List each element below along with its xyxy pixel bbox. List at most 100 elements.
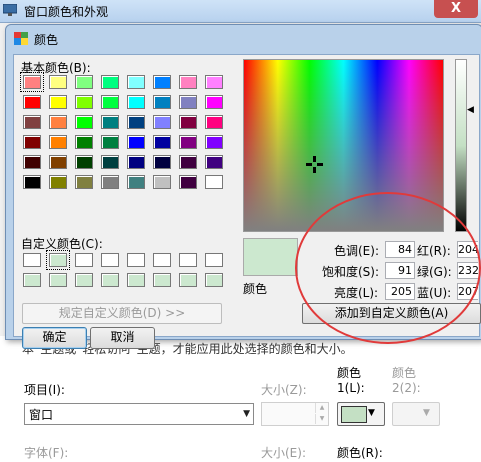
custom-color-swatch[interactable] xyxy=(127,253,145,267)
luminance-label: 亮度(L): xyxy=(334,286,379,300)
font-color-label: 颜色(R): xyxy=(337,446,383,460)
custom-color-swatch[interactable] xyxy=(179,273,197,287)
basic-color-swatch[interactable] xyxy=(49,95,67,109)
red-input[interactable]: 204 xyxy=(457,241,479,258)
basic-color-swatch[interactable] xyxy=(127,95,145,109)
basic-color-swatch[interactable] xyxy=(23,135,41,149)
basic-color-swatch[interactable] xyxy=(101,175,119,189)
basic-color-swatch[interactable] xyxy=(49,135,67,149)
custom-color-swatch[interactable] xyxy=(75,253,93,267)
basic-color-swatch[interactable] xyxy=(75,115,93,129)
basic-color-swatch[interactable] xyxy=(153,95,171,109)
basic-color-swatch[interactable] xyxy=(101,95,119,109)
basic-color-swatch[interactable] xyxy=(205,175,223,189)
custom-color-swatch[interactable] xyxy=(23,253,41,267)
basic-color-swatch[interactable] xyxy=(153,135,171,149)
basic-color-swatch[interactable] xyxy=(127,75,145,89)
color1-swatch xyxy=(341,406,367,423)
crosshair-icon xyxy=(306,156,323,173)
custom-color-swatch[interactable] xyxy=(75,273,93,287)
green-input[interactable]: 232 xyxy=(457,262,479,279)
basic-color-swatch[interactable] xyxy=(153,155,171,169)
color2-picker-button[interactable]: ▼ xyxy=(392,402,440,426)
saturation-input[interactable]: 91 xyxy=(385,262,415,279)
size-spinner[interactable]: ▲ ▼ xyxy=(261,402,329,426)
luminance-input[interactable]: 205 xyxy=(385,283,415,300)
custom-color-swatch[interactable] xyxy=(23,273,41,287)
color2-label: 颜色 2(2): xyxy=(392,366,421,395)
spin-down-icon[interactable]: ▼ xyxy=(315,414,328,424)
basic-color-swatch[interactable] xyxy=(101,135,119,149)
custom-color-swatch[interactable] xyxy=(49,273,67,287)
basic-color-swatch[interactable] xyxy=(205,115,223,129)
monitor-icon xyxy=(3,4,17,16)
basic-color-swatch[interactable] xyxy=(75,95,93,109)
basic-color-swatch[interactable] xyxy=(153,175,171,189)
item-label: 项目(I): xyxy=(24,383,65,397)
define-custom-colors-button[interactable]: 规定自定义颜色(D) >> xyxy=(22,303,222,324)
custom-color-swatch[interactable] xyxy=(101,253,119,267)
basic-color-swatch[interactable] xyxy=(179,135,197,149)
custom-color-swatch[interactable] xyxy=(205,253,223,267)
cancel-button[interactable]: 取消 xyxy=(90,327,155,349)
basic-color-swatch[interactable] xyxy=(205,155,223,169)
basic-color-swatch[interactable] xyxy=(49,175,67,189)
basic-color-swatch[interactable] xyxy=(20,72,44,92)
basic-color-swatch[interactable] xyxy=(49,155,67,169)
basic-color-swatch[interactable] xyxy=(205,75,223,89)
color-spectrum[interactable] xyxy=(243,59,444,232)
custom-color-swatch[interactable] xyxy=(205,273,223,287)
basic-color-swatch[interactable] xyxy=(101,115,119,129)
basic-color-swatch[interactable] xyxy=(23,95,41,109)
basic-color-swatch[interactable] xyxy=(23,155,41,169)
blue-label: 蓝(U): xyxy=(417,286,452,300)
basic-color-swatch[interactable] xyxy=(127,135,145,149)
basic-color-swatch[interactable] xyxy=(179,115,197,129)
basic-color-swatch[interactable] xyxy=(127,175,145,189)
basic-color-swatch[interactable] xyxy=(49,75,67,89)
dialog-title: 颜色 xyxy=(34,33,59,47)
size-label: 大小(Z): xyxy=(261,383,307,397)
basic-color-swatch[interactable] xyxy=(101,155,119,169)
custom-color-swatch[interactable] xyxy=(153,253,171,267)
chevron-down-icon: ▼ xyxy=(368,408,375,418)
basic-color-swatch[interactable] xyxy=(23,175,41,189)
ok-button[interactable]: 确定 xyxy=(22,327,87,349)
basic-color-swatch[interactable] xyxy=(179,175,197,189)
basic-color-swatch[interactable] xyxy=(205,135,223,149)
basic-color-swatch[interactable] xyxy=(75,135,93,149)
item-dropdown[interactable]: 窗口 ▼ xyxy=(24,403,254,425)
green-label: 绿(G): xyxy=(417,265,452,279)
basic-color-swatch[interactable] xyxy=(179,155,197,169)
basic-color-swatch[interactable] xyxy=(127,115,145,129)
spin-up-icon[interactable]: ▲ xyxy=(315,403,328,413)
item-dropdown-value: 窗口 xyxy=(29,408,54,422)
luminance-pointer-icon[interactable]: ◀ xyxy=(467,105,474,115)
hue-label: 色调(E): xyxy=(334,244,379,258)
basic-color-swatch[interactable] xyxy=(75,175,93,189)
basic-color-swatch[interactable] xyxy=(75,155,93,169)
custom-color-swatch[interactable] xyxy=(101,273,119,287)
basic-color-swatch[interactable] xyxy=(205,95,223,109)
basic-color-swatch[interactable] xyxy=(23,115,41,129)
basic-color-swatch[interactable] xyxy=(101,75,119,89)
title-bar: 窗口颜色和外观 X xyxy=(0,0,481,23)
add-to-custom-colors-button[interactable]: 添加到自定义颜色(A) xyxy=(302,303,481,324)
close-button[interactable]: X xyxy=(434,0,478,18)
blue-input[interactable]: 207 xyxy=(457,283,479,300)
font-label: 字体(F): xyxy=(24,446,69,460)
custom-color-swatch[interactable] xyxy=(46,250,70,270)
basic-color-swatch[interactable] xyxy=(153,115,171,129)
custom-color-swatch[interactable] xyxy=(179,253,197,267)
basic-color-swatch[interactable] xyxy=(127,155,145,169)
color1-picker-button[interactable]: ▼ xyxy=(337,402,385,426)
hue-input[interactable]: 84 xyxy=(385,241,415,258)
basic-color-swatch[interactable] xyxy=(179,75,197,89)
custom-color-swatch[interactable] xyxy=(127,273,145,287)
basic-color-swatch[interactable] xyxy=(179,95,197,109)
custom-color-swatch[interactable] xyxy=(153,273,171,287)
luminance-slider[interactable] xyxy=(455,59,467,232)
basic-color-swatch[interactable] xyxy=(75,75,93,89)
basic-color-swatch[interactable] xyxy=(49,115,67,129)
basic-color-swatch[interactable] xyxy=(153,75,171,89)
